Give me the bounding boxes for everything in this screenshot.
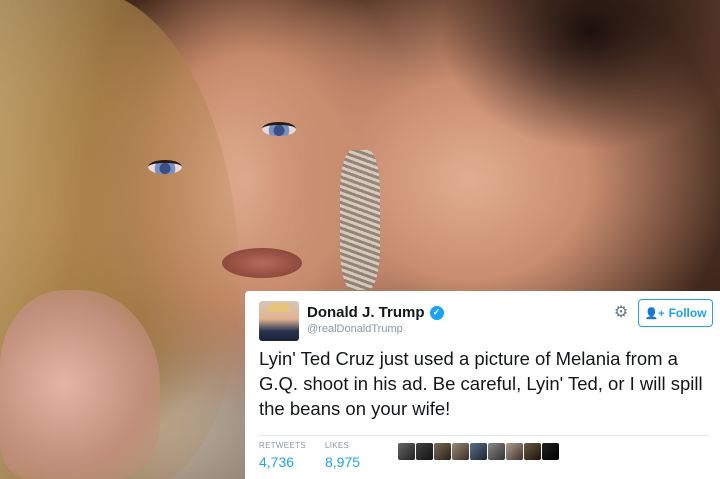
retweets-label: RETWEETS <box>259 441 306 450</box>
author-handle[interactable]: @realDonaldTrump <box>307 323 403 335</box>
tweet-card: Donald J. Trump ✓ @realDonaldTrump ⚙ 👤+ … <box>245 291 720 479</box>
liker-avatar[interactable] <box>452 443 469 460</box>
liker-avatar[interactable] <box>416 443 433 460</box>
photo-necklace <box>340 150 380 290</box>
photo-lips <box>222 248 302 278</box>
retweets-count: 4,736 <box>259 454 295 470</box>
author-avatar[interactable] <box>259 301 299 341</box>
divider <box>259 435 708 436</box>
add-user-icon: 👤+ <box>644 307 665 320</box>
liker-avatar[interactable] <box>398 443 415 460</box>
liker-avatar[interactable] <box>434 443 451 460</box>
photo-hand <box>0 290 160 479</box>
tweet-text: Lyin' Ted Cruz just used a picture of Me… <box>259 348 703 419</box>
liker-avatar[interactable] <box>524 443 541 460</box>
liker-avatars <box>398 443 559 460</box>
likes-stat[interactable]: LIKES 8,975 <box>325 441 360 470</box>
liker-avatar[interactable] <box>470 443 487 460</box>
photo-left-eye <box>148 160 182 174</box>
author-name[interactable]: Donald J. Trump <box>307 304 425 321</box>
likes-label: LIKES <box>325 441 350 450</box>
photo-right-eye <box>262 122 296 136</box>
likes-count: 8,975 <box>325 454 361 470</box>
gear-icon[interactable]: ⚙ <box>612 304 630 322</box>
follow-button-label: Follow <box>668 306 707 320</box>
liker-avatar[interactable] <box>488 443 505 460</box>
liker-avatar[interactable] <box>542 443 559 460</box>
retweets-stat[interactable]: RETWEETS 4,736 <box>259 441 306 470</box>
verified-badge-icon: ✓ <box>429 305 444 320</box>
follow-button[interactable]: 👤+ Follow <box>638 299 713 327</box>
author-name-row: Donald J. Trump ✓ <box>307 304 444 321</box>
liker-avatar[interactable] <box>506 443 523 460</box>
